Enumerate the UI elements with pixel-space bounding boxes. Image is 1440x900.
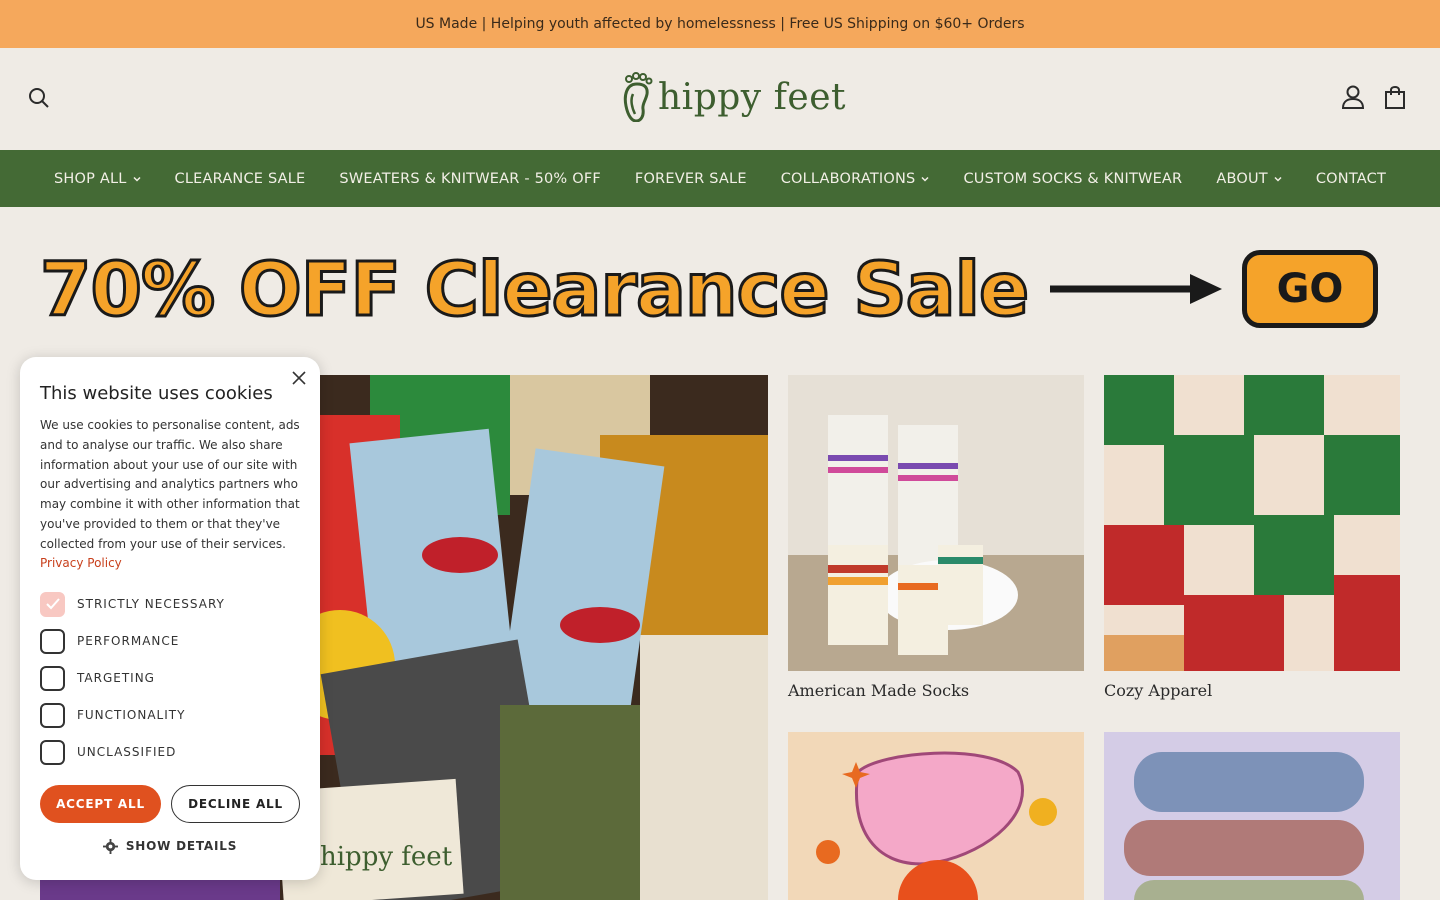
option-label: STRICTLY NECESSARY xyxy=(77,597,225,612)
nav-item-sweaters-knitwear[interactable]: SWEATERS & KNITWEAR - 50% OFF xyxy=(322,171,617,187)
nav-label: FOREVER SALE xyxy=(634,170,747,187)
go-button[interactable]: GO xyxy=(1242,250,1378,328)
option-label: UNCLASSIFIED xyxy=(77,745,177,760)
cookie-options: STRICTLY NECESSARY PERFORMANCE TARGETING… xyxy=(40,586,300,771)
accept-all-button[interactable]: ACCEPT ALL xyxy=(40,784,161,823)
checkbox-functionality[interactable] xyxy=(40,702,65,728)
cookie-option-strictly-necessary: STRICTLY NECESSARY xyxy=(40,586,300,623)
nav-label: ABOUT xyxy=(1216,170,1268,187)
clearance-banner[interactable]: 70% OFF Clearance Sale GO xyxy=(38,240,1400,340)
announcement-bar: US Made | Helping youth affected by home… xyxy=(0,0,1440,48)
nav-item-clearance-sale[interactable]: CLEARANCE SALE xyxy=(158,171,323,187)
chevron-down-icon xyxy=(133,176,141,182)
tile-cozy-apparel[interactable] xyxy=(1104,375,1400,671)
just-do-nothing-graphic xyxy=(788,732,1084,900)
show-details-button[interactable]: SHOW DETAILS xyxy=(40,838,300,854)
account-icon[interactable] xyxy=(1340,84,1366,110)
chevron-down-icon xyxy=(921,176,929,182)
nav-label: CLEARANCE SALE xyxy=(174,170,306,187)
nav-item-forever-sale[interactable]: FOREVER SALE xyxy=(618,171,764,187)
decline-all-button[interactable]: DECLINE ALL xyxy=(171,784,300,823)
checkbox-targeting[interactable] xyxy=(40,665,65,691)
checkbox-performance[interactable] xyxy=(40,628,65,654)
cookie-option-targeting: TARGETING xyxy=(40,660,300,697)
nav-label: COLLABORATIONS xyxy=(780,170,916,187)
banner-text: 70% OFF Clearance Sale xyxy=(38,246,1030,335)
checkbox-unclassified[interactable] xyxy=(40,739,65,765)
american-made-socks-image xyxy=(788,375,1084,671)
cookie-buttons: ACCEPT ALL DECLINE ALL xyxy=(40,784,300,823)
cookie-consent-dialog: This website uses cookies We use cookies… xyxy=(20,357,320,880)
nav-item-custom-socks[interactable]: CUSTOM SOCKS & KNITWEAR xyxy=(946,171,1199,187)
chevron-down-icon xyxy=(1274,176,1282,182)
cookie-title: This website uses cookies xyxy=(40,383,273,404)
option-label: TARGETING xyxy=(77,671,155,686)
cookie-option-performance: PERFORMANCE xyxy=(40,623,300,660)
checkbox-strictly-necessary[interactable] xyxy=(40,591,65,617)
check-icon xyxy=(45,598,60,610)
tile-label-american-made-socks[interactable]: American Made Socks xyxy=(788,681,969,700)
cozy-apparel-image xyxy=(1104,375,1400,671)
brand-name: hippy feet xyxy=(658,76,846,118)
option-label: FUNCTIONALITY xyxy=(77,708,186,723)
privacy-policy-link[interactable]: Privacy Policy xyxy=(40,556,300,570)
arrow-right-icon xyxy=(1050,274,1222,304)
nav-label: SWEATERS & KNITWEAR - 50% OFF xyxy=(339,170,601,187)
cookie-option-unclassified: UNCLASSIFIED xyxy=(40,734,300,771)
cookie-option-functionality: FUNCTIONALITY xyxy=(40,697,300,734)
site-header: hippy feet xyxy=(0,48,1440,150)
main-nav: SHOP ALL CLEARANCE SALE SWEATERS & KNITW… xyxy=(0,150,1440,207)
search-icon[interactable] xyxy=(27,86,51,110)
close-icon[interactable] xyxy=(292,371,306,385)
gear-icon xyxy=(102,838,118,854)
foot-logo-icon xyxy=(623,72,653,122)
nav-item-collaborations[interactable]: COLLABORATIONS xyxy=(764,171,947,187)
nav-item-contact[interactable]: CONTACT xyxy=(1299,171,1403,187)
nav-label: SHOP ALL xyxy=(53,170,127,187)
folded-knitwear-image xyxy=(1104,732,1400,900)
nav-item-shop-all[interactable]: SHOP ALL xyxy=(37,171,158,187)
cart-icon[interactable] xyxy=(1382,84,1408,110)
brand-logo[interactable]: hippy feet xyxy=(620,72,846,122)
tile-label-cozy-apparel[interactable]: Cozy Apparel xyxy=(1104,681,1212,700)
tile-just-do-nothing[interactable] xyxy=(788,732,1084,900)
tile-folded-knitwear[interactable] xyxy=(1104,732,1400,900)
announcement-text: US Made | Helping youth affected by home… xyxy=(415,16,1025,32)
nav-label: CUSTOM SOCKS & KNITWEAR xyxy=(963,170,1183,187)
nav-item-about[interactable]: ABOUT xyxy=(1199,171,1299,187)
cookie-body: We use cookies to personalise content, a… xyxy=(40,418,300,551)
tile-american-made-socks[interactable] xyxy=(788,375,1084,671)
hippy-feet-tag-text: hippy feet xyxy=(320,842,453,872)
show-details-label: SHOW DETAILS xyxy=(125,839,238,854)
nav-label: CONTACT xyxy=(1315,170,1387,187)
option-label: PERFORMANCE xyxy=(77,634,180,649)
